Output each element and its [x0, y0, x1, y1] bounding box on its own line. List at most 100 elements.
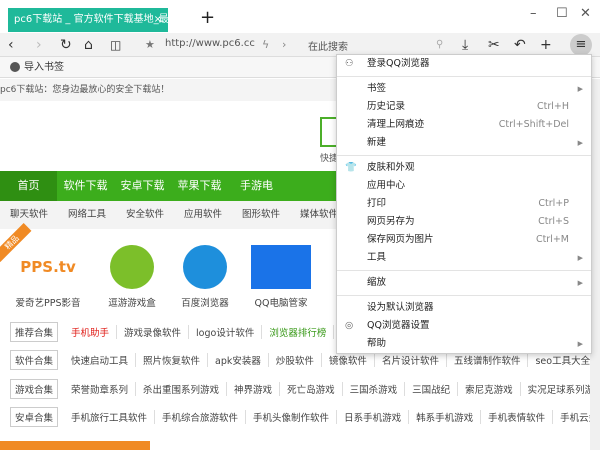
menu-item[interactable]: 保存网页为图片 Ctrl+M — [337, 231, 591, 249]
nav-mobile-games[interactable]: 手游电 — [228, 171, 285, 201]
tag-link[interactable]: 浏览器排行榜 — [262, 325, 335, 339]
tag-link[interactable]: logo设计软件 — [189, 325, 263, 339]
tag-link[interactable]: 炒股软件 — [269, 353, 322, 367]
new-tab-button[interactable]: + — [200, 7, 215, 28]
subnav-item[interactable]: 图形软件 — [232, 201, 290, 229]
tag-row: 游戏合集 荣誉勋章系列 杀出重围系列游戏 神界游戏 死亡岛游戏 三国杀游戏 三国战纪 索尼克游… — [10, 378, 590, 400]
tag-link[interactable]: 手机云盘 — [553, 410, 590, 424]
address-input[interactable]: http://www.pc6.cc — [165, 38, 255, 49]
baidu-browser-icon — [183, 245, 227, 289]
back-icon[interactable]: ‹ — [8, 36, 14, 54]
nav-apple[interactable]: 苹果下载 — [171, 171, 228, 201]
menu-item[interactable]: 书签 ▶ — [337, 80, 591, 98]
app-qq-manager[interactable]: QQ电脑管家 — [241, 231, 321, 309]
import-icon — [10, 62, 20, 72]
tag-link[interactable]: 手机综合旅游软件 — [155, 410, 247, 424]
gear-icon: ◎ — [345, 320, 354, 331]
subnav-item[interactable]: 网络工具 — [58, 201, 116, 229]
tag-link[interactable]: 照片恢复软件 — [136, 353, 209, 367]
menu-item[interactable]: 工具 ▶ — [337, 249, 591, 267]
star-icon[interactable]: ★ — [145, 36, 155, 54]
app-douyou[interactable]: 逗游游戏盒 — [92, 231, 172, 309]
tag-link[interactable]: 索尼克游戏 — [458, 382, 521, 396]
subnav-item[interactable]: 安全软件 — [116, 201, 174, 229]
submenu-arrow-icon: ▶ — [577, 254, 583, 262]
tag-link[interactable]: 手机表情软件 — [481, 410, 554, 424]
tag-link[interactable]: 神界游戏 — [227, 382, 281, 396]
menu-item[interactable]: 新建 ▶ — [337, 134, 591, 152]
maximize-button[interactable]: ☐ — [556, 6, 568, 21]
close-window-button[interactable]: ✕ — [580, 6, 591, 21]
menu-item[interactable]: 设为默认浏览器 — [337, 299, 591, 317]
menu-shortcut: Ctrl+M — [535, 234, 569, 245]
menu-separator — [337, 76, 591, 77]
app-baidu-browser[interactable]: 百度浏览器 — [165, 231, 245, 309]
tag-link[interactable]: 三国杀游戏 — [343, 382, 406, 396]
forward-icon[interactable]: › — [36, 36, 42, 54]
tab-bar: pc6下载站 _ 官方软件下载基地_最 × + – ☐ ✕ — [0, 0, 600, 33]
menu-item[interactable]: 缩放 ▶ — [337, 274, 591, 292]
menu-item-label: 保存网页为图片 — [367, 234, 434, 245]
user-icon: ⚇ — [345, 58, 354, 69]
chevron-right-icon[interactable]: › — [282, 36, 286, 54]
tag-link[interactable]: 死亡岛游戏 — [280, 382, 343, 396]
nav-android[interactable]: 安卓下载 — [114, 171, 171, 201]
nav-home[interactable]: 首页 — [0, 171, 57, 201]
shield-icon — [251, 245, 311, 289]
tag-link[interactable]: 五线谱制作软件 — [447, 353, 529, 367]
undo-icon[interactable]: ↶ — [514, 36, 526, 54]
row-head[interactable]: 安卓合集 — [10, 407, 59, 427]
reader-icon[interactable]: ◫ — [110, 36, 121, 54]
plus-icon[interactable]: + — [540, 36, 552, 54]
search-icon[interactable]: ⚲ — [436, 36, 443, 54]
tag-link[interactable]: 游戏录像软件 — [117, 325, 190, 339]
menu-item[interactable]: 历史记录 Ctrl+H — [337, 98, 591, 116]
tag-link[interactable]: 手机旅行工具软件 — [64, 410, 156, 424]
tag-link[interactable]: 镜像软件 — [322, 353, 375, 367]
tag-link[interactable]: 手机头像制作软件 — [246, 410, 338, 424]
menu-item[interactable]: 网页另存为 Ctrl+S — [337, 213, 591, 231]
tag-row: 安卓合集 手机旅行工具软件 手机综合旅游软件 手机头像制作软件 日系手机游戏 韩系手机游戏… — [10, 406, 590, 428]
submenu-arrow-icon: ▶ — [577, 279, 583, 287]
menu-icon[interactable]: ≡ — [570, 34, 592, 56]
scissors-icon[interactable]: ✂ — [488, 36, 500, 54]
reload-icon[interactable]: ↻ — [60, 36, 72, 54]
menu-item-label: 打印 — [367, 198, 387, 209]
tag-link[interactable]: seo工具大全 — [528, 353, 590, 367]
lightning-icon[interactable]: ϟ — [262, 36, 269, 54]
menu-shortcut: Ctrl+S — [538, 216, 569, 227]
menu-item[interactable]: 帮助 ▶ — [337, 335, 591, 353]
import-bookmarks-button[interactable]: 导入书签 — [24, 62, 64, 73]
menu-shortcut: Ctrl+P — [538, 198, 569, 209]
tag-link[interactable]: 杀出重围系列游戏 — [136, 382, 228, 396]
menu-item[interactable]: 打印 Ctrl+P — [337, 195, 591, 213]
menu-item[interactable]: 清理上网痕迹 Ctrl+Shift+Del — [337, 116, 591, 134]
search-input[interactable]: 在此搜索 — [308, 38, 348, 53]
tag-link[interactable]: 实况足球系列游 — [521, 382, 590, 396]
download-icon[interactable]: ⤓ — [462, 36, 468, 54]
pacman-icon — [110, 245, 154, 289]
nav-software[interactable]: 软件下载 — [57, 171, 114, 201]
menu-item[interactable]: 应用中心 — [337, 177, 591, 195]
menu-item[interactable]: ⚇ 登录QQ浏览器 — [337, 55, 591, 73]
tag-link[interactable]: 快速启动工具 — [64, 353, 137, 367]
tag-link[interactable]: 日系手机游戏 — [337, 410, 410, 424]
tab-pc6[interactable]: pc6下载站 _ 官方软件下载基地_最 × — [8, 8, 168, 32]
tag-link[interactable]: 荣誉勋章系列 — [64, 382, 137, 396]
home-icon[interactable]: ⌂ — [84, 36, 93, 54]
tag-link[interactable]: apk安装器 — [208, 353, 269, 367]
tag-link[interactable]: 三国战纪 — [405, 382, 459, 396]
row-head[interactable]: 游戏合集 — [10, 379, 59, 399]
subnav-item[interactable]: 应用软件 — [174, 201, 232, 229]
app-pps[interactable]: PPS.tv 爱奇艺PPS影音 — [8, 231, 88, 309]
menu-item[interactable]: ◎ QQ浏览器设置 — [337, 317, 591, 335]
tag-link[interactable]: 韩系手机游戏 — [409, 410, 482, 424]
tag-link[interactable]: 手机助手 — [64, 325, 118, 339]
minimize-button[interactable]: – — [530, 6, 537, 21]
row-head[interactable]: 软件合集 — [10, 350, 59, 370]
tab-close-icon[interactable]: × — [154, 8, 162, 32]
menu-item[interactable]: 👕 皮肤和外观 — [337, 159, 591, 177]
row-head[interactable]: 推荐合集 — [10, 322, 59, 342]
tag-link[interactable]: 名片设计软件 — [375, 353, 447, 367]
subnav-item[interactable]: 聊天软件 — [0, 201, 58, 229]
